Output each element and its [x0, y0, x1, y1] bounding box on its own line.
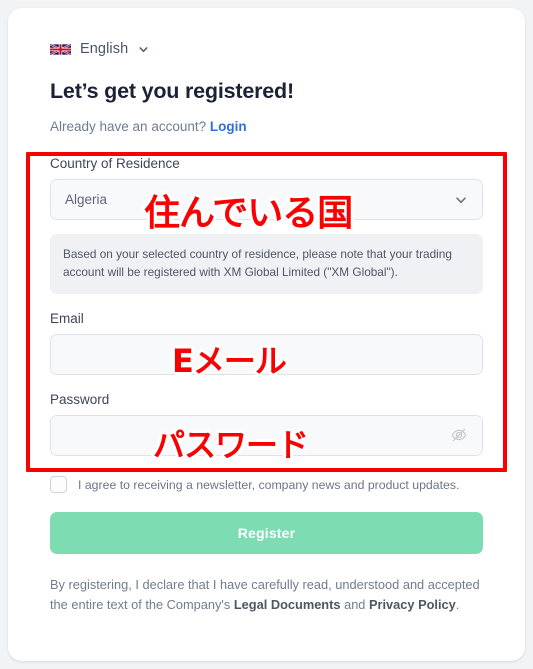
login-prompt: Already have an account? Login: [50, 119, 483, 134]
registration-form: Country of Residence Algeria Based on yo…: [50, 156, 483, 616]
privacy-policy-link[interactable]: Privacy Policy: [369, 597, 456, 612]
register-button[interactable]: Register: [50, 511, 483, 554]
legal-disclaimer: By registering, I declare that I have ca…: [50, 575, 483, 616]
country-notice: Based on your selected country of reside…: [50, 234, 483, 294]
newsletter-label: I agree to receiving a newsletter, compa…: [78, 477, 460, 492]
login-link[interactable]: Login: [210, 119, 247, 134]
chevron-down-icon[interactable]: [138, 44, 149, 55]
country-value: Algeria: [65, 192, 108, 207]
page-title: Let’s get you registered!: [50, 79, 294, 103]
language-selector[interactable]: English: [50, 38, 483, 60]
legal-text-part2: and: [340, 597, 369, 613]
password-field[interactable]: [50, 414, 483, 456]
legal-text-part3: .: [455, 597, 460, 613]
language-label: English: [80, 41, 129, 57]
eye-off-icon[interactable]: [450, 426, 468, 444]
registration-page: English Let’s get you registered! Alread…: [0, 0, 533, 669]
registration-card: English Let’s get you registered! Alread…: [8, 8, 525, 661]
email-field[interactable]: [50, 333, 483, 375]
country-select[interactable]: Algeria: [50, 179, 483, 220]
password-label: Password: [50, 391, 110, 407]
country-label: Country of Residence: [50, 156, 180, 171]
email-label: Email: [50, 310, 84, 326]
login-prompt-text: Already have an account?: [50, 119, 210, 134]
newsletter-row[interactable]: I agree to receiving a newsletter, compa…: [50, 475, 483, 495]
uk-flag-icon: [50, 42, 71, 57]
newsletter-checkbox[interactable]: [50, 476, 67, 494]
legal-documents-link[interactable]: Legal Documents: [234, 597, 341, 612]
chevron-down-icon[interactable]: [454, 193, 468, 207]
